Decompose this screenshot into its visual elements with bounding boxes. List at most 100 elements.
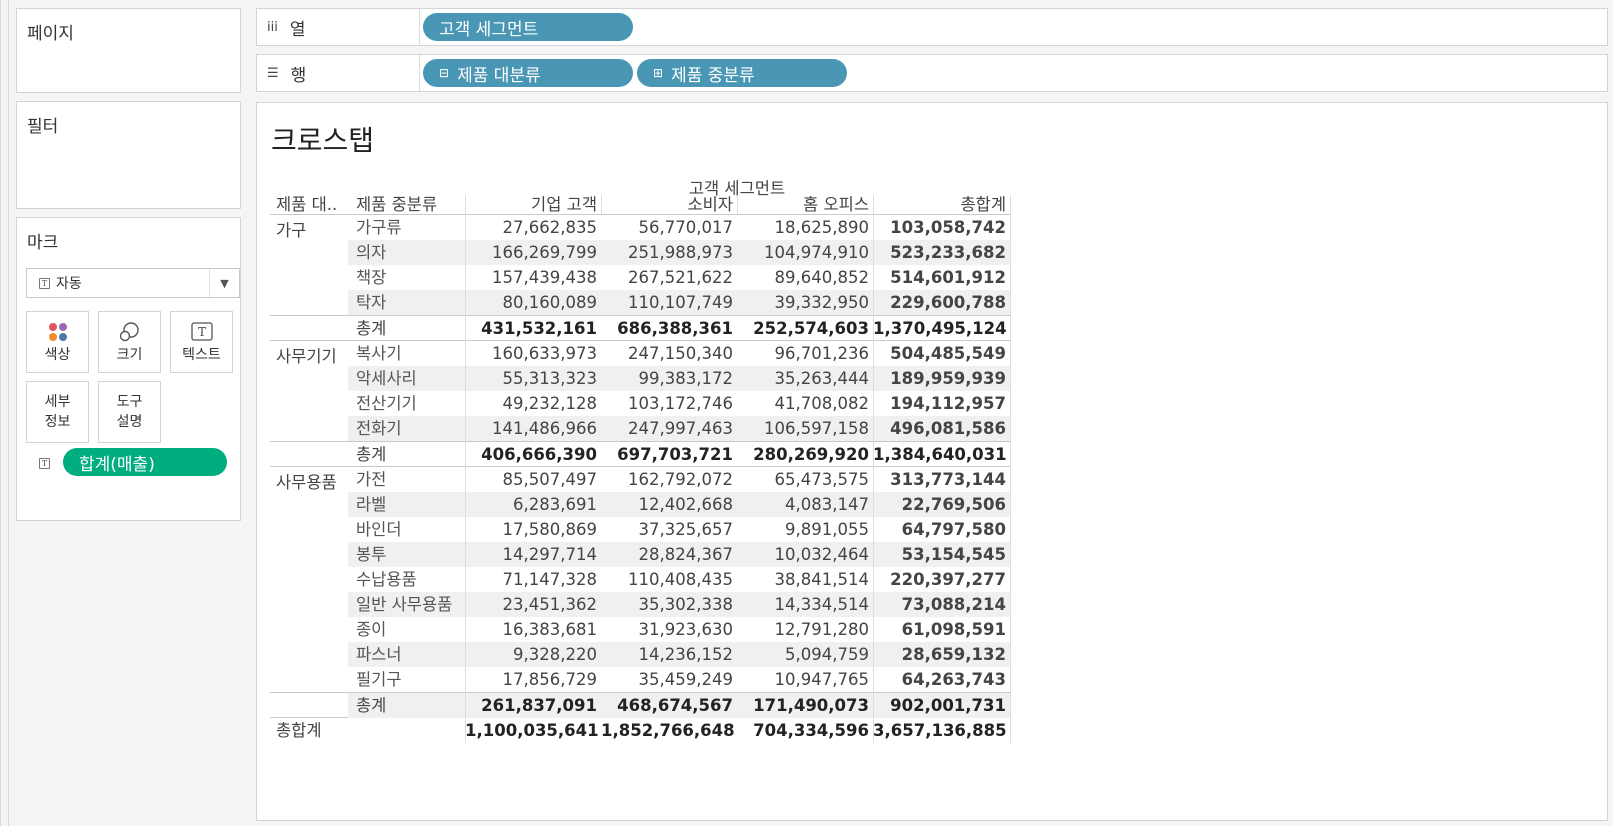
size-button[interactable]: 크기 [98, 311, 161, 373]
value-cell[interactable]: 14,334,514 [737, 592, 873, 617]
value-cell[interactable]: 229,600,788 [873, 290, 1010, 315]
subcategory-label[interactable]: 파스너 [356, 642, 402, 667]
value-cell[interactable]: 104,974,910 [737, 240, 873, 265]
collapse-icon[interactable]: ⊟ [439, 66, 449, 80]
value-cell[interactable]: 35,263,444 [737, 366, 873, 391]
value-cell[interactable]: 14,236,152 [601, 642, 737, 667]
value-cell[interactable]: 16,383,681 [465, 617, 601, 642]
value-cell[interactable]: 1,384,640,031 [873, 442, 1010, 467]
value-cell[interactable]: 61,098,591 [873, 617, 1010, 642]
subcategory-label[interactable]: 탁자 [356, 290, 386, 315]
value-cell[interactable]: 64,263,743 [873, 667, 1010, 692]
subcategory-label[interactable]: 가구류 [356, 215, 402, 240]
grand-total-cell[interactable]: 1,100,035,641 [465, 718, 601, 743]
subcategory-label[interactable]: 필기구 [356, 667, 402, 692]
value-cell[interactable]: 64,797,580 [873, 517, 1010, 542]
value-cell[interactable]: 35,459,249 [601, 667, 737, 692]
subcategory-label[interactable]: 수납용품 [356, 567, 417, 592]
expand-icon[interactable]: ⊞ [653, 66, 663, 80]
grand-total-cell[interactable]: 1,852,766,648 [601, 718, 737, 743]
text-button[interactable]: T 텍스트 [170, 311, 233, 373]
value-cell[interactable]: 251,988,973 [601, 240, 737, 265]
value-cell[interactable]: 523,233,682 [873, 240, 1010, 265]
value-cell[interactable]: 31,923,630 [601, 617, 737, 642]
value-cell[interactable]: 514,601,912 [873, 265, 1010, 290]
header-grand-total[interactable]: 총합계 [873, 195, 1010, 215]
value-cell[interactable]: 280,269,920 [737, 442, 873, 467]
value-cell[interactable]: 56,770,017 [601, 215, 737, 240]
subtotal-label[interactable]: 총계 [356, 442, 386, 467]
value-cell[interactable]: 220,397,277 [873, 567, 1010, 592]
value-cell[interactable]: 23,451,362 [465, 592, 601, 617]
value-cell[interactable]: 267,521,622 [601, 265, 737, 290]
columns-shelf[interactable]: iii 열 고객 세그먼트 [256, 8, 1608, 46]
chevron-down-icon[interactable]: ▼ [209, 269, 239, 297]
value-cell[interactable]: 39,332,950 [737, 290, 873, 315]
subtotal-label[interactable]: 총계 [356, 316, 386, 341]
value-cell[interactable]: 110,107,749 [601, 290, 737, 315]
subcategory-label[interactable]: 의자 [356, 240, 386, 265]
value-cell[interactable]: 89,640,852 [737, 265, 873, 290]
value-cell[interactable]: 162,792,072 [601, 467, 737, 492]
value-cell[interactable]: 28,824,367 [601, 542, 737, 567]
value-cell[interactable]: 313,773,144 [873, 467, 1010, 492]
value-cell[interactable]: 697,703,721 [601, 442, 737, 467]
subcategory-label[interactable]: 책장 [356, 265, 386, 290]
value-cell[interactable]: 252,574,603 [737, 316, 873, 341]
color-button[interactable]: 색상 [26, 311, 89, 373]
header-segment-consumer[interactable]: 소비자 [601, 195, 737, 215]
subcategory-label[interactable]: 복사기 [356, 341, 402, 366]
subcategory-label[interactable]: 일반 사무용품 [356, 592, 452, 617]
value-cell[interactable]: 99,383,172 [601, 366, 737, 391]
value-cell[interactable]: 141,486,966 [465, 416, 601, 441]
value-cell[interactable]: 5,094,759 [737, 642, 873, 667]
rows-shelf[interactable]: ☰ 행 ⊟ 제품 대분류 ⊞ 제품 중분류 [256, 54, 1608, 92]
mark-type-dropdown[interactable]: T 자동 ▼ [26, 268, 240, 298]
value-cell[interactable]: 9,328,220 [465, 642, 601, 667]
filters-card[interactable]: 필터 [16, 101, 241, 209]
value-cell[interactable]: 247,150,340 [601, 341, 737, 366]
value-cell[interactable]: 35,302,338 [601, 592, 737, 617]
value-cell[interactable]: 85,507,497 [465, 467, 601, 492]
value-cell[interactable]: 171,490,073 [737, 693, 873, 718]
value-cell[interactable]: 17,856,729 [465, 667, 601, 692]
value-cell[interactable]: 431,532,161 [465, 316, 601, 341]
grand-total-cell[interactable]: 3,657,136,885 [873, 718, 1010, 743]
value-cell[interactable]: 6,283,691 [465, 492, 601, 517]
value-cell[interactable]: 110,408,435 [601, 567, 737, 592]
subcategory-label[interactable]: 종이 [356, 617, 386, 642]
tooltip-button[interactable]: 도구 설명 [98, 381, 161, 443]
value-cell[interactable]: 12,791,280 [737, 617, 873, 642]
header-segment-corporate[interactable]: 기업 고객 [465, 195, 601, 215]
grand-total-label[interactable]: 총합계 [276, 718, 322, 743]
row-pill-product-category[interactable]: ⊟ 제품 대분류 [423, 59, 633, 87]
value-cell[interactable]: 1,370,495,124 [873, 316, 1010, 341]
value-cell[interactable]: 49,232,128 [465, 391, 601, 416]
grand-total-cell[interactable]: 704,334,596 [737, 718, 873, 743]
value-cell[interactable]: 189,959,939 [873, 366, 1010, 391]
value-cell[interactable]: 468,674,567 [601, 693, 737, 718]
measure-pill-sum-sales[interactable]: 합계(매출) [63, 448, 227, 476]
detail-button[interactable]: 세부 정보 [26, 381, 89, 443]
value-cell[interactable]: 73,088,214 [873, 592, 1010, 617]
value-cell[interactable]: 103,058,742 [873, 215, 1010, 240]
value-cell[interactable]: 80,160,089 [465, 290, 601, 315]
value-cell[interactable]: 504,485,549 [873, 341, 1010, 366]
value-cell[interactable]: 38,841,514 [737, 567, 873, 592]
value-cell[interactable]: 14,297,714 [465, 542, 601, 567]
subcategory-label[interactable]: 전화기 [356, 416, 402, 441]
value-cell[interactable]: 28,659,132 [873, 642, 1010, 667]
value-cell[interactable]: 194,112,957 [873, 391, 1010, 416]
column-pill-customer-segment[interactable]: 고객 세그먼트 [423, 13, 633, 41]
value-cell[interactable]: 10,032,464 [737, 542, 873, 567]
value-cell[interactable]: 18,625,890 [737, 215, 873, 240]
value-cell[interactable]: 37,325,657 [601, 517, 737, 542]
value-cell[interactable]: 96,701,236 [737, 341, 873, 366]
value-cell[interactable]: 261,837,091 [465, 693, 601, 718]
pages-card[interactable]: 페이지 [16, 8, 241, 93]
value-cell[interactable]: 12,402,668 [601, 492, 737, 517]
subcategory-label[interactable]: 라벨 [356, 492, 386, 517]
subtotal-label[interactable]: 총계 [356, 693, 386, 718]
value-cell[interactable]: 53,154,545 [873, 542, 1010, 567]
value-cell[interactable]: 686,388,361 [601, 316, 737, 341]
